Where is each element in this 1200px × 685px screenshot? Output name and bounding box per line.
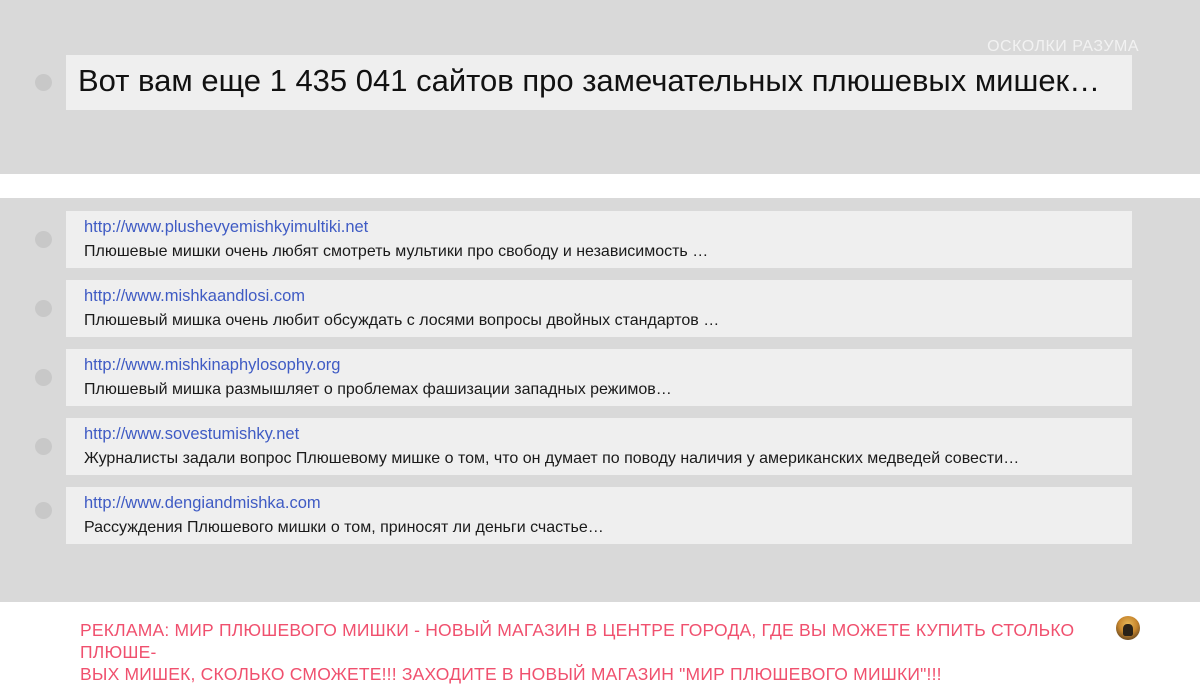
- search-result: http://www.mishkinaphylosophy.org Плюшев…: [66, 349, 1132, 406]
- headline-box: Вот вам еще 1 435 041 сайтов про замечат…: [66, 55, 1132, 110]
- result-snippet: Плюшевый мишка размышляет о проблемах фа…: [84, 381, 672, 398]
- result-bullet-icon: [35, 231, 52, 248]
- result-link[interactable]: http://www.dengiandmishka.com: [84, 494, 321, 513]
- result-link[interactable]: http://www.mishkaandlosi.com: [84, 287, 305, 306]
- result-snippet: Рассуждения Плюшевого мишки о том, прино…: [84, 519, 604, 536]
- result-bullet-icon: [35, 369, 52, 386]
- result-link[interactable]: http://www.plushevyemishkyimultiki.net: [84, 218, 368, 237]
- result-link[interactable]: http://www.sovestumishky.net: [84, 425, 299, 444]
- result-bullet-icon: [35, 502, 52, 519]
- result-bullet-icon: [35, 300, 52, 317]
- result-snippet: Плюшевый мишка очень любит обсуждать с л…: [84, 312, 720, 329]
- result-bullet-icon: [35, 438, 52, 455]
- search-result: http://www.sovestumishky.net Журналисты …: [66, 418, 1132, 475]
- page-title: Вот вам еще 1 435 041 сайтов про замечат…: [78, 63, 1101, 98]
- result-snippet: Журналисты задали вопрос Плюшевому мишке…: [84, 450, 1020, 467]
- search-result: http://www.plushevyemishkyimultiki.net П…: [66, 211, 1132, 268]
- result-link[interactable]: http://www.mishkinaphylosophy.org: [84, 356, 340, 375]
- channel-watermark: ОСКОЛКИ РАЗУМА: [987, 38, 1139, 55]
- search-result: http://www.dengiandmishka.com Рассуждени…: [66, 487, 1132, 544]
- result-snippet: Плюшевые мишки очень любят смотреть муль…: [84, 243, 709, 260]
- ad-banner: РЕКЛАМА: МИР ПЛЮШЕВОГО МИШКИ - НОВЫЙ МАГ…: [80, 619, 1110, 685]
- headline-bullet-icon: [35, 74, 52, 91]
- channel-logo-icon: [1116, 616, 1140, 640]
- ad-line-1: РЕКЛАМА: МИР ПЛЮШЕВОГО МИШКИ - НОВЫЙ МАГ…: [80, 620, 1075, 662]
- ad-line-2: ВЫХ МИШЕК, СКОЛЬКО СМОЖЕТЕ!!! ЗАХОДИТЕ В…: [80, 664, 942, 684]
- search-result: http://www.mishkaandlosi.com Плюшевый ми…: [66, 280, 1132, 337]
